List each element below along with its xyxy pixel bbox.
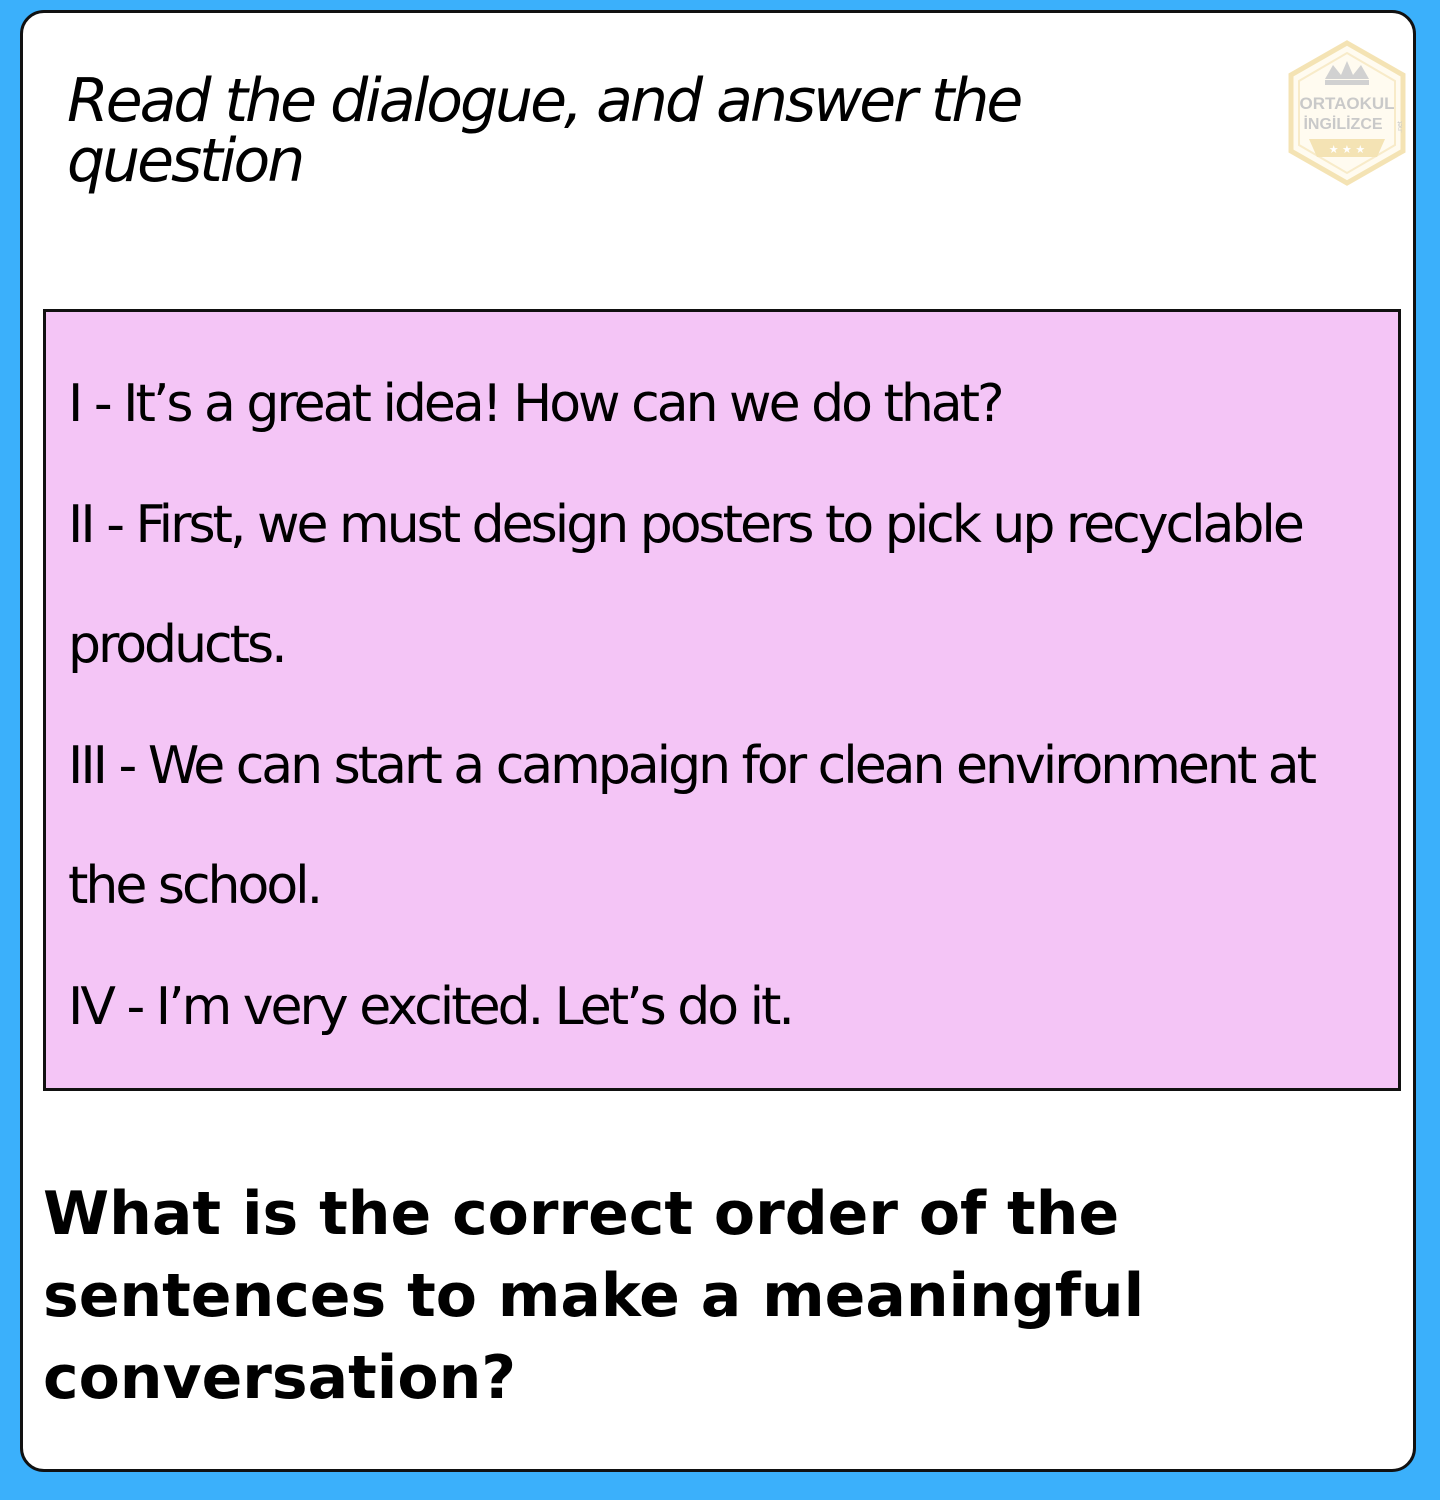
question-text: What is the correct order of the sentenc… (43, 1179, 1145, 1413)
logo-line1: ORTAOKUL (1299, 94, 1394, 113)
dialogue-line-2: II - First, we must design posters to pi… (68, 494, 1305, 676)
question-card: Read the dialogue, and answer the questi… (20, 10, 1416, 1472)
instruction-text: Read the dialogue, and answer the questi… (67, 66, 1023, 196)
dialogue-line-4: IV - I’m very excited. Let’s do it. (68, 976, 795, 1037)
logo-suffix: .net (1397, 121, 1404, 133)
dialogue-line-3: III - We can start a campaign for clean … (68, 735, 1317, 917)
logo-line2: İNGİLİZCE (1303, 115, 1382, 133)
stars-icon: ★ ★ ★ (1329, 143, 1366, 156)
ortaokul-ingilizce-logo: ORTAOKUL İNGİLİZCE .net ★ ★ ★ (1285, 39, 1409, 187)
dialogue-box: I - It’s a great idea! How can we do tha… (43, 309, 1401, 1091)
dialogue-line-1: I - It’s a great idea! How can we do tha… (68, 374, 1005, 434)
dialogue-lines: I - It’s a great idea! How can we do tha… (68, 344, 1378, 1067)
